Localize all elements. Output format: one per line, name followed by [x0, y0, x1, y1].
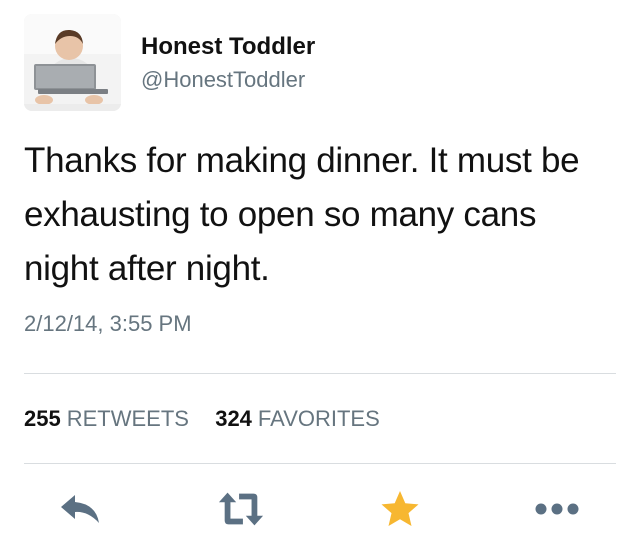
tweet-stats: 255 RETWEETS 324 FAVORITES: [24, 406, 380, 432]
tweet-timestamp: 2/12/14, 3:55 PM: [24, 311, 192, 336]
tweet-text: Thanks for making dinner. It must be exh…: [24, 141, 580, 288]
retweets-stat[interactable]: 255 RETWEETS: [24, 406, 195, 431]
retweet-button[interactable]: [217, 488, 265, 530]
tweet-card: Honest Toddler @HonestToddler Thanks for…: [0, 0, 628, 550]
reply-button[interactable]: [56, 488, 104, 530]
reply-icon: [61, 495, 99, 523]
avatar[interactable]: [24, 14, 121, 111]
more-button[interactable]: [533, 488, 581, 530]
divider: [24, 463, 616, 464]
more-dots-icon: [535, 503, 579, 515]
display-name[interactable]: Honest Toddler: [141, 33, 315, 61]
retweet-icon: [218, 492, 264, 526]
favorite-button[interactable]: [376, 488, 424, 530]
favorites-count: 324: [215, 406, 252, 431]
avatar-photo: [24, 14, 121, 111]
favorites-stat[interactable]: 324 FAVORITES: [215, 406, 380, 431]
retweets-label: RETWEETS: [66, 406, 189, 431]
user-handle[interactable]: @HonestToddler: [141, 67, 305, 93]
favorites-label: FAVORITES: [257, 406, 380, 431]
star-icon: [381, 491, 419, 526]
divider: [24, 373, 616, 374]
retweets-count: 255: [24, 406, 61, 431]
